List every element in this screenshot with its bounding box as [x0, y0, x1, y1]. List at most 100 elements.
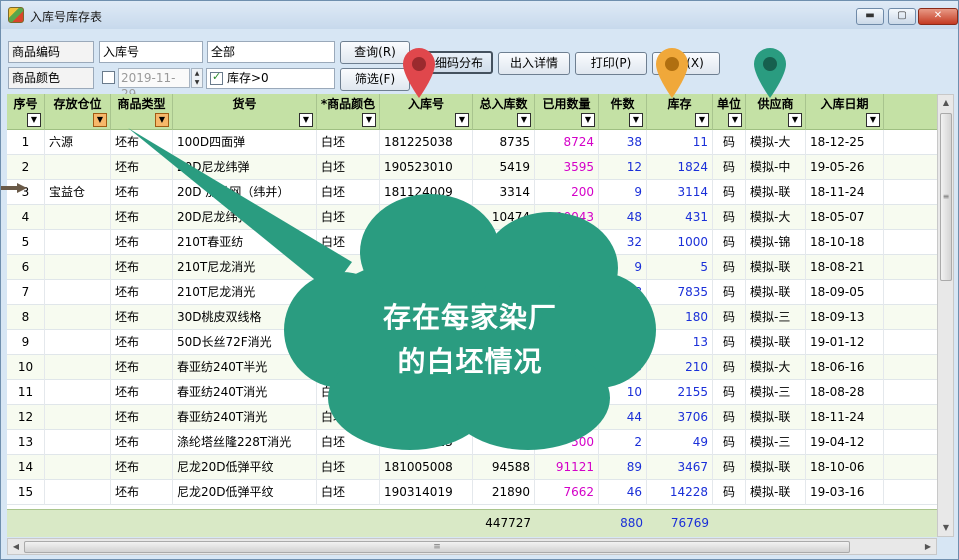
cell-stock: 14228 — [647, 480, 713, 505]
date-checkbox[interactable] — [102, 71, 115, 84]
table-row[interactable]: 2 坯布 20D尼龙纬弹 白坯 190523010 5419 3595 12 1824 码模拟-中… — [7, 155, 937, 180]
column-header-stock[interactable]: 库存 ▼ — [647, 94, 713, 130]
cell-in-date: 19-03-16 — [806, 480, 884, 505]
column-header-unit[interactable]: 单位 ▼ — [713, 94, 746, 130]
column-header-used-qty[interactable]: 已用数量 ▼ — [535, 94, 599, 130]
maximize-button[interactable]: ▢ — [888, 8, 916, 25]
cell-item-number: 20D尼龙纬弹 — [173, 205, 317, 230]
column-header-total-in[interactable]: 总入库数 ▼ — [473, 94, 535, 130]
cell-seq: 6 — [7, 255, 45, 280]
cell-item-number: 尼龙20D低弹平纹 — [173, 455, 317, 480]
cell-in-date: 18-09-05 — [806, 280, 884, 305]
cell-product-type: 坯布 — [111, 280, 173, 305]
cell-used-qty: 7996 — [535, 230, 599, 255]
cell-stock: 49 — [647, 430, 713, 455]
callout-line-2: 的白坯情况 — [397, 345, 543, 378]
cell-pieces: 44 — [599, 405, 647, 430]
scope-select[interactable]: 全部 — [207, 41, 335, 63]
filter-dropdown-icon[interactable]: ▼ — [728, 113, 742, 127]
in-out-detail-button[interactable]: 出入详情 — [498, 52, 570, 75]
cell-in-date: 19-04-12 — [806, 430, 884, 455]
stock-positive-checkbox[interactable] — [210, 70, 223, 85]
table-row[interactable]: 6 坯布 210T尼龙消光 白坯 180821026 2724 2719 9 5 码模拟-联 18-… — [7, 255, 937, 280]
cell-pieces: 48 — [599, 205, 647, 230]
column-header-item-number[interactable]: 货号 ▼ — [173, 94, 317, 130]
cell-product-type: 坯布 — [111, 355, 173, 380]
vertical-scrollbar[interactable]: ▲ ≡ ▼ — [937, 94, 954, 537]
filter-dropdown-icon[interactable]: ▼ — [629, 113, 643, 127]
table-row[interactable]: 13 坯布 涤纶塔丝隆228T消光 白坯 190411023 549 500 2 49 码模拟-三… — [7, 430, 937, 455]
column-header-product-type[interactable]: 商品类型 ▼ — [111, 94, 173, 130]
date-spinner[interactable]: ▲ ▼ — [191, 68, 203, 88]
column-header-in-number[interactable]: 入库号 ▼ — [380, 94, 473, 130]
filter-dropdown-icon[interactable]: ▼ — [155, 113, 169, 127]
title-bar: 入库号库存表 ▬ ▢ ✕ — [1, 1, 958, 29]
filter-dropdown-icon[interactable]: ▼ — [27, 113, 41, 127]
scroll-right-icon[interactable]: ▶ — [921, 540, 935, 554]
filter-dropdown-icon[interactable]: ▼ — [299, 113, 313, 127]
cell-supplier: 模拟-联 — [746, 455, 806, 480]
cell-stock: 180 — [647, 305, 713, 330]
filter-toolbar: 商品编码 入库号 全部 商品颜色 2019-11-29 ▲▼ 库存>0 查询(R… — [1, 29, 958, 101]
cell-color: 白坯 — [317, 130, 380, 155]
column-header-color[interactable]: *商品颜色 ▼ — [317, 94, 380, 130]
filter-dropdown-icon[interactable]: ▼ — [581, 113, 595, 127]
product-color-label[interactable]: 商品颜色 — [8, 67, 94, 89]
scroll-down-icon[interactable]: ▼ — [939, 521, 953, 535]
cell-seq: 10 — [7, 355, 45, 380]
cell-seq: 11 — [7, 380, 45, 405]
horizontal-scrollbar[interactable]: ◀ ≡ ▶ — [7, 538, 937, 555]
table-row[interactable]: 3 宝益仓 坯布 20D 加丝网（纬并） 白坯 181124009 3314 200 9 3114… — [7, 180, 937, 205]
cell-unit: 码 — [713, 355, 746, 380]
column-header-location[interactable]: 存放仓位 ▼ — [45, 94, 111, 130]
cell-item-number: 210T尼龙消光 — [173, 255, 317, 280]
horizontal-scroll-thumb[interactable]: ≡ — [24, 541, 850, 553]
date-field[interactable]: 2019-11-29 — [118, 68, 190, 101]
cell-in-number: 181225038 — [380, 130, 473, 155]
cell-pieces: 46 — [599, 480, 647, 505]
filter-dropdown-icon[interactable]: ▼ — [362, 113, 376, 127]
cell-item-number: 20D尼龙纬弹 — [173, 155, 317, 180]
table-row[interactable]: 15 坯布 尼龙20D低弹平纹 白坯 190314019 21890 7662 46 14228… — [7, 480, 937, 505]
cell-pieces: 2 — [599, 430, 647, 455]
query-button[interactable]: 查询(R) — [340, 41, 410, 64]
print-button[interactable]: 打印(P) — [575, 52, 647, 75]
cell-pieces: 6 — [599, 305, 647, 330]
table-row[interactable]: 5 坯布 210T春亚纺 白坯 181017004 8996 7996 32 1000 码模拟-锦… — [7, 230, 937, 255]
cell-seq: 9 — [7, 330, 45, 355]
table-row[interactable]: 1 六源 坯布 100D四面弹 白坯 181225038 8735 8724 38 11 码模拟-大… — [7, 130, 937, 155]
table-row[interactable]: 14 坯布 尼龙20D低弹平纹 白坯 181005008 94588 91121 89 3467… — [7, 455, 937, 480]
cell-in-date: 18-10-18 — [806, 230, 884, 255]
vertical-scroll-thumb[interactable]: ≡ — [940, 113, 952, 281]
filter-button[interactable]: 筛选(F) — [340, 68, 410, 91]
cell-total-in: 8735 — [473, 130, 535, 155]
scroll-left-icon[interactable]: ◀ — [9, 540, 23, 554]
product-code-label[interactable]: 商品编码 — [8, 41, 94, 63]
filter-dropdown-icon[interactable]: ▼ — [93, 113, 107, 127]
cell-seq: 12 — [7, 405, 45, 430]
cell-product-type: 坯布 — [111, 205, 173, 230]
scroll-up-icon[interactable]: ▲ — [939, 96, 953, 110]
close-window-button[interactable]: ✕ — [918, 8, 958, 25]
cell-product-type: 坯布 — [111, 230, 173, 255]
table-row[interactable]: 4 坯布 20D尼龙纬弹 白坯 180508023 10474 10043 48 431 码模拟-… — [7, 205, 937, 230]
cell-pieces: 89 — [599, 455, 647, 480]
column-header-label: 总入库数 — [479, 97, 528, 111]
total-pieces: 880 — [620, 516, 643, 530]
cell-unit: 码 — [713, 155, 746, 180]
cell-seq: 4 — [7, 205, 45, 230]
column-header-supplier[interactable]: 供应商 ▼ — [746, 94, 806, 130]
filter-dropdown-icon[interactable]: ▼ — [695, 113, 709, 127]
cell-location — [45, 430, 111, 455]
filter-dropdown-icon[interactable]: ▼ — [866, 113, 880, 127]
filter-dropdown-icon[interactable]: ▼ — [517, 113, 531, 127]
filter-dropdown-icon[interactable]: ▼ — [455, 113, 469, 127]
in-number-field[interactable]: 入库号 — [99, 41, 203, 63]
table-row[interactable]: 12 坯布 春亚纺240T消光 白坯 181122013 10907 7201 44 3706 码… — [7, 405, 937, 430]
cell-location: 六源 — [45, 130, 111, 155]
minimize-button[interactable]: ▬ — [856, 8, 884, 25]
filter-dropdown-icon[interactable]: ▼ — [788, 113, 802, 127]
column-header-in-date[interactable]: 入库日期 ▼ — [806, 94, 884, 130]
column-header-pieces[interactable]: 件数 ▼ — [599, 94, 647, 130]
column-header-seq[interactable]: 序号 ▼ — [7, 94, 45, 130]
